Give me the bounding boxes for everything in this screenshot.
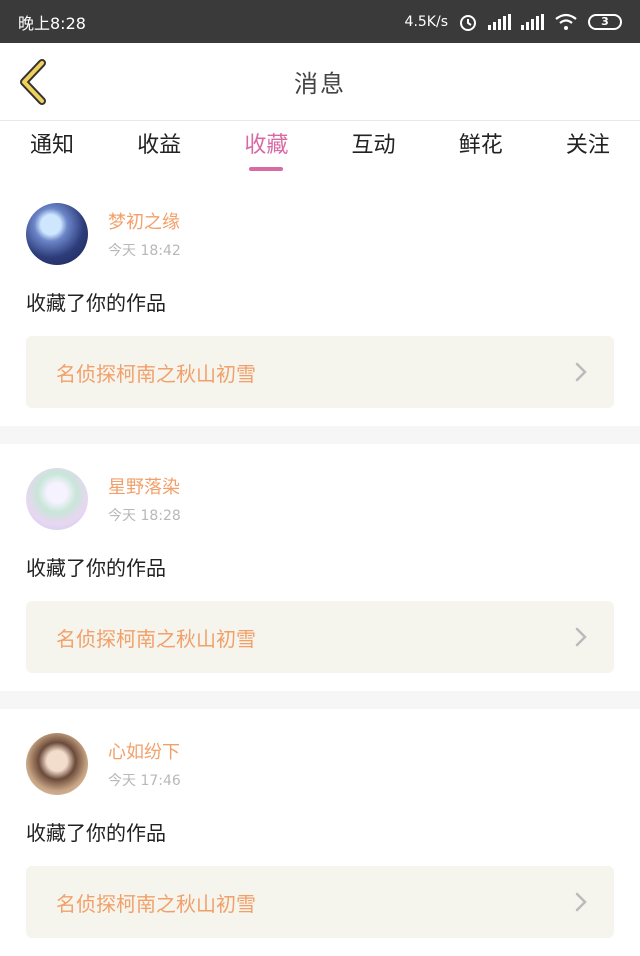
tab-flowers[interactable]: 鲜花 [453, 127, 509, 159]
page-title: 消息 [294, 70, 346, 98]
signal-icon-2 [521, 13, 544, 30]
battery-icon: 3 [588, 13, 622, 30]
action-text: 收藏了你的作品 [26, 291, 166, 315]
avatar[interactable] [26, 468, 88, 530]
work-title: 名侦探柯南之秋山初雪 [56, 626, 256, 651]
user-name[interactable]: 星野落染 [108, 473, 181, 499]
alarm-icon [460, 14, 476, 31]
work-title: 名侦探柯南之秋山初雪 [56, 361, 256, 386]
work-title: 名侦探柯南之秋山初雪 [56, 891, 256, 916]
avatar[interactable] [26, 733, 88, 795]
message-list: 梦初之缘 今天 18:42 收藏了你的作品 名侦探柯南之秋山初雪 星野落染 今天… [0, 179, 640, 956]
message-time: 今天 18:28 [108, 508, 181, 524]
avatar[interactable] [26, 203, 88, 265]
back-arrow-icon[interactable] [16, 59, 50, 105]
tab-interaction[interactable]: 互动 [346, 127, 402, 159]
wifi-icon [555, 13, 577, 30]
divider [0, 691, 640, 709]
work-link[interactable]: 名侦探柯南之秋山初雪 [26, 866, 614, 938]
message-time: 今天 18:42 [108, 243, 181, 259]
status-bar: 晚上8:28 4.5K/s 3 [0, 0, 640, 43]
action-text: 收藏了你的作品 [26, 821, 166, 845]
chevron-right-icon [575, 892, 587, 912]
header: 消息 [0, 43, 640, 121]
work-link[interactable]: 名侦探柯南之秋山初雪 [26, 601, 614, 673]
work-link[interactable]: 名侦探柯南之秋山初雪 [26, 336, 614, 408]
message-card: 梦初之缘 今天 18:42 收藏了你的作品 名侦探柯南之秋山初雪 [0, 179, 640, 426]
tab-follow[interactable]: 关注 [560, 127, 616, 159]
status-time: 晚上8:28 [18, 13, 86, 33]
message-time: 今天 17:46 [108, 773, 181, 789]
network-speed: 4.5K/s [404, 13, 448, 30]
message-card: 心如纷下 今天 17:46 收藏了你的作品 名侦探柯南之秋山初雪 [0, 709, 640, 956]
tab-income[interactable]: 收益 [131, 127, 187, 159]
tab-notice[interactable]: 通知 [24, 127, 80, 159]
user-name[interactable]: 心如纷下 [108, 738, 181, 764]
signal-icon-1 [488, 13, 511, 30]
action-text: 收藏了你的作品 [26, 556, 166, 580]
status-icons: 4.5K/s 3 [405, 12, 622, 32]
message-card: 星野落染 今天 18:28 收藏了你的作品 名侦探柯南之秋山初雪 [0, 444, 640, 691]
tab-favorites[interactable]: 收藏 [238, 127, 294, 159]
chevron-right-icon [575, 627, 587, 647]
user-name[interactable]: 梦初之缘 [108, 208, 181, 234]
divider [0, 426, 640, 444]
tab-bar: 通知 收益 收藏 互动 鲜花 关注 [0, 121, 640, 179]
chevron-right-icon [575, 362, 587, 382]
